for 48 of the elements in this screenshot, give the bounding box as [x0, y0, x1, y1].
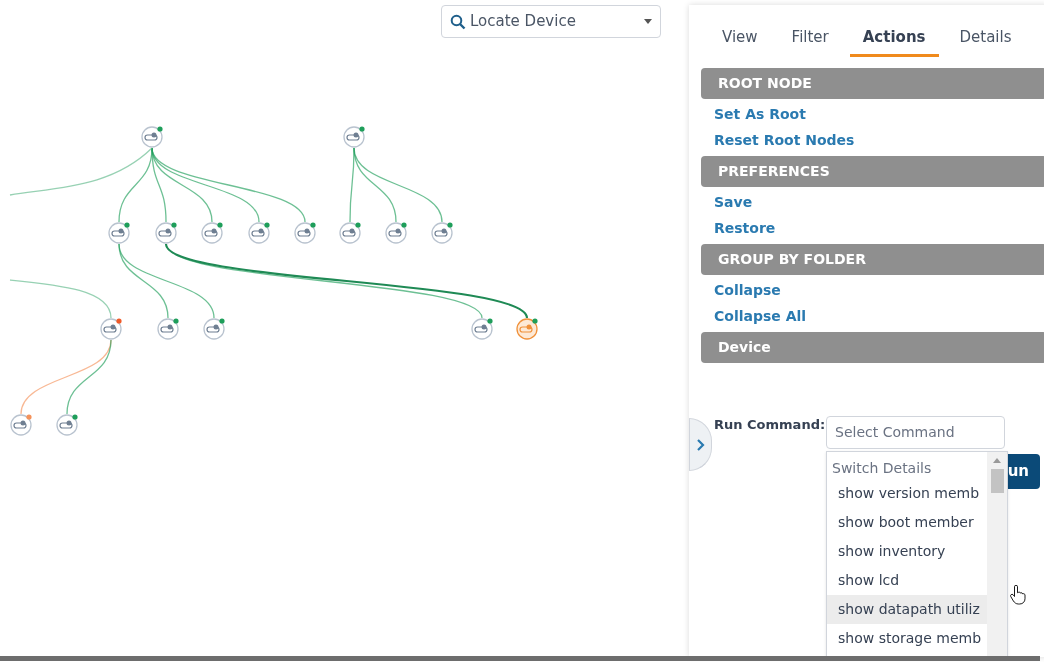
action-link[interactable]: Collapse [714, 279, 781, 302]
section-header: ROOT NODE [701, 68, 1044, 99]
action-link[interactable]: Set As Root [714, 103, 806, 126]
action-link[interactable]: Reset Root Nodes [714, 129, 855, 152]
switch-node-icon[interactable] [343, 126, 365, 148]
scroll-up-icon [993, 458, 1001, 463]
switch-node-icon[interactable] [516, 318, 538, 340]
section-header: GROUP BY FOLDER [701, 244, 1044, 275]
switch-node-icon[interactable] [10, 414, 32, 436]
group-label: Switch Details [831, 459, 933, 478]
section-header: Device [701, 332, 1044, 363]
panel-tab[interactable]: Actions [849, 25, 939, 57]
scrollbar[interactable] [987, 452, 1007, 656]
run-command-label: Run Command: [714, 418, 826, 431]
switch-node-icon[interactable] [431, 222, 453, 244]
panel-tab[interactable]: Details [946, 25, 1025, 57]
panel-tab[interactable]: View [709, 25, 771, 57]
switch-node-icon[interactable] [339, 222, 361, 244]
hand-cursor-icon [1010, 585, 1028, 605]
command-option[interactable]: show datapath utiliz [827, 595, 987, 624]
switch-node-icon[interactable] [108, 222, 130, 244]
switch-node-icon[interactable] [141, 126, 163, 148]
switch-node-icon[interactable] [201, 222, 223, 244]
switch-node-icon[interactable] [471, 318, 493, 340]
switch-node-icon[interactable] [157, 318, 179, 340]
caret-icon [644, 19, 652, 24]
switch-node-icon[interactable] [203, 318, 225, 340]
switch-node-icon[interactable] [294, 222, 316, 244]
command-option[interactable]: show lcd [827, 566, 987, 595]
switch-node-icon[interactable] [155, 222, 177, 244]
command-option[interactable]: show boot member [827, 508, 987, 537]
locate-device-dropdown[interactable]: Locate Device [441, 5, 661, 38]
action-link[interactable]: Restore [714, 217, 776, 240]
scroll-thumb[interactable] [990, 469, 1004, 493]
command-select[interactable]: Select Command [826, 416, 1005, 449]
action-link[interactable]: Save [714, 191, 753, 214]
command-option[interactable]: show storage memb [827, 624, 987, 653]
switch-node-icon[interactable] [385, 222, 407, 244]
panel-tab[interactable]: Filter [778, 25, 842, 57]
chevron-right-icon [696, 438, 705, 451]
switch-node-icon[interactable] [248, 222, 270, 244]
section-header: PREFERENCES [701, 156, 1044, 187]
action-link[interactable]: Collapse All [714, 305, 807, 328]
command-option[interactable]: show version memb [827, 479, 987, 508]
search-icon [450, 13, 466, 30]
switch-node-icon[interactable] [100, 318, 122, 340]
command-option[interactable]: show inventory [827, 537, 987, 566]
switch-node-icon[interactable] [56, 414, 78, 436]
